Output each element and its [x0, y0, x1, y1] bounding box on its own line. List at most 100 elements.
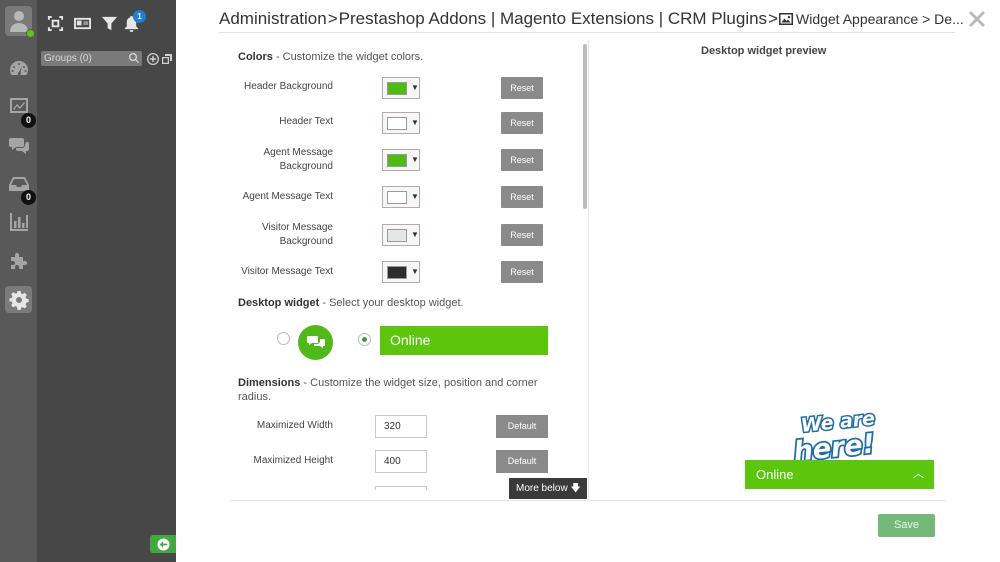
visitor-message-background-picker[interactable]: ▼ [382, 224, 420, 246]
reset-agent-message-background-button[interactable]: Reset [501, 149, 543, 171]
color-row-label: Visitor Message Text [241, 266, 333, 277]
add-circle-icon [147, 53, 159, 65]
close-icon [969, 11, 985, 27]
monitor-button[interactable] [46, 14, 64, 32]
chevron-up-icon: ︿ [913, 468, 924, 480]
color-chip [387, 266, 407, 279]
windows-icon [162, 54, 172, 64]
header-divider [219, 32, 955, 33]
desktop-widget-title: Desktop widget [238, 297, 320, 309]
preview-online-widget[interactable]: Online ︿ [745, 460, 934, 489]
add-group-button[interactable] [147, 52, 159, 65]
desktop-widget-subtitle: - Select your desktop widget. [319, 297, 464, 309]
colors-section-heading: Colors - Customize the widget colors. [238, 51, 423, 63]
notification-count-badge: 1 [133, 10, 146, 23]
filter-icon [101, 16, 117, 30]
id-card-icon [73, 17, 91, 29]
reset-agent-message-text-button[interactable]: Reset [501, 186, 543, 208]
color-chip [387, 82, 407, 95]
image-icon [779, 13, 793, 25]
panel-divider [588, 40, 589, 500]
breadcrumb: Administration>Prestashop Addons | Magen… [219, 9, 964, 28]
next-dimension-input[interactable] [375, 486, 427, 490]
dropdown-arrow-icon: ▼ [411, 192, 419, 201]
rail-statistics[interactable] [5, 208, 32, 235]
color-row-label: Agent Message Background [263, 147, 334, 172]
visitors-count-badge: 0 [21, 113, 36, 128]
gear-icon [8, 290, 29, 310]
settings-panel: Colors - Customize the widget colors. He… [230, 40, 588, 490]
rail-dashboard[interactable] [5, 54, 32, 81]
bubble-widget-radio[interactable] [277, 332, 290, 345]
bar-widget-option[interactable]: Online [380, 326, 548, 355]
filter-button[interactable] [100, 14, 118, 32]
maximized-width-default-button[interactable]: Default [496, 415, 548, 438]
preview-widget-label: Online [756, 467, 794, 482]
groups-search-placeholder: Groups (0) [44, 53, 92, 64]
maximized-width-input[interactable]: 320 [375, 415, 427, 438]
agent-message-text-picker[interactable]: ▼ [382, 186, 420, 208]
more-below-indicator[interactable]: More below 🡇 [509, 478, 587, 499]
reset-header-background-button[interactable]: Reset [501, 77, 543, 99]
maximized-height-label: Maximized Height [253, 455, 333, 466]
colors-title: Colors [238, 51, 273, 63]
color-row-label: Agent Message Text [242, 191, 333, 202]
dropdown-arrow-icon: ▼ [411, 155, 419, 164]
maximized-height-input[interactable]: 400 [375, 450, 427, 473]
color-row-label: Visitor Message Background [262, 222, 333, 247]
reset-header-text-button[interactable]: Reset [501, 112, 543, 134]
back-button[interactable] [150, 535, 176, 553]
header-text-picker[interactable]: ▼ [382, 112, 420, 134]
bubble-widget-option[interactable] [298, 325, 333, 360]
rail-chats[interactable] [5, 131, 32, 158]
reset-visitor-message-background-button[interactable]: Reset [501, 224, 543, 246]
rail-addons[interactable] [5, 247, 32, 274]
maximized-height-default-button[interactable]: Default [496, 450, 548, 473]
dropdown-arrow-icon: ▼ [411, 267, 419, 276]
more-below-label: More below [516, 483, 568, 494]
search-icon [129, 53, 139, 63]
desktop-widget-section-heading: Desktop widget - Select your desktop wid… [238, 297, 464, 309]
dimensions-title: Dimensions [238, 377, 301, 389]
color-row-label: Header Text [279, 116, 333, 127]
color-row-label: Header Background [244, 81, 333, 92]
frame-icon [47, 15, 63, 31]
online-status-dot [26, 29, 35, 38]
breadcrumb-truncated: De... [934, 11, 964, 27]
footer-divider [230, 500, 946, 501]
agent-message-background-picker[interactable]: ▼ [382, 149, 420, 171]
preview-title: Desktop widget preview [701, 45, 827, 57]
rail-settings[interactable] [5, 286, 32, 313]
arrow-left-circle-icon [156, 537, 170, 551]
settings-scrollbar[interactable] [583, 44, 587, 209]
reset-visitor-message-text-button[interactable]: Reset [501, 261, 543, 283]
arrow-down-icon: 🡇 [570, 483, 581, 494]
color-chip [387, 229, 407, 242]
dashboard-icon [9, 60, 28, 75]
chat-icon [8, 137, 29, 154]
breadcrumb-site[interactable]: Prestashop Addons | Magento Extensions |… [339, 9, 767, 28]
color-chip [387, 191, 407, 204]
user-icon [9, 11, 28, 32]
dropdown-arrow-icon: ▼ [411, 83, 419, 92]
close-button[interactable] [968, 10, 986, 28]
save-button[interactable]: Save [878, 514, 935, 537]
bar-widget-radio[interactable] [358, 333, 371, 346]
visitor-message-text-picker[interactable]: ▼ [382, 261, 420, 283]
groups-search-input[interactable]: Groups (0) [41, 51, 142, 66]
colors-subtitle: - Customize the widget colors. [272, 51, 424, 63]
header-background-picker[interactable]: ▼ [382, 77, 420, 99]
contact-card-button[interactable] [73, 14, 91, 32]
expand-groups-button[interactable] [161, 52, 173, 64]
we-are-here-logo: We are here! [790, 406, 878, 462]
breadcrumb-current-page: Widget Appearance [796, 11, 919, 27]
bar-chart-icon [9, 212, 28, 231]
chat-bubbles-icon [306, 335, 325, 348]
inbox-count-badge: 0 [21, 190, 36, 205]
puzzle-icon [10, 252, 27, 269]
maximized-width-label: Maximized Width [256, 420, 333, 431]
color-chip [387, 117, 407, 130]
groups-panel: 1 Groups (0) [37, 0, 176, 562]
color-chip [387, 154, 407, 167]
breadcrumb-administration[interactable]: Administration [219, 9, 327, 28]
